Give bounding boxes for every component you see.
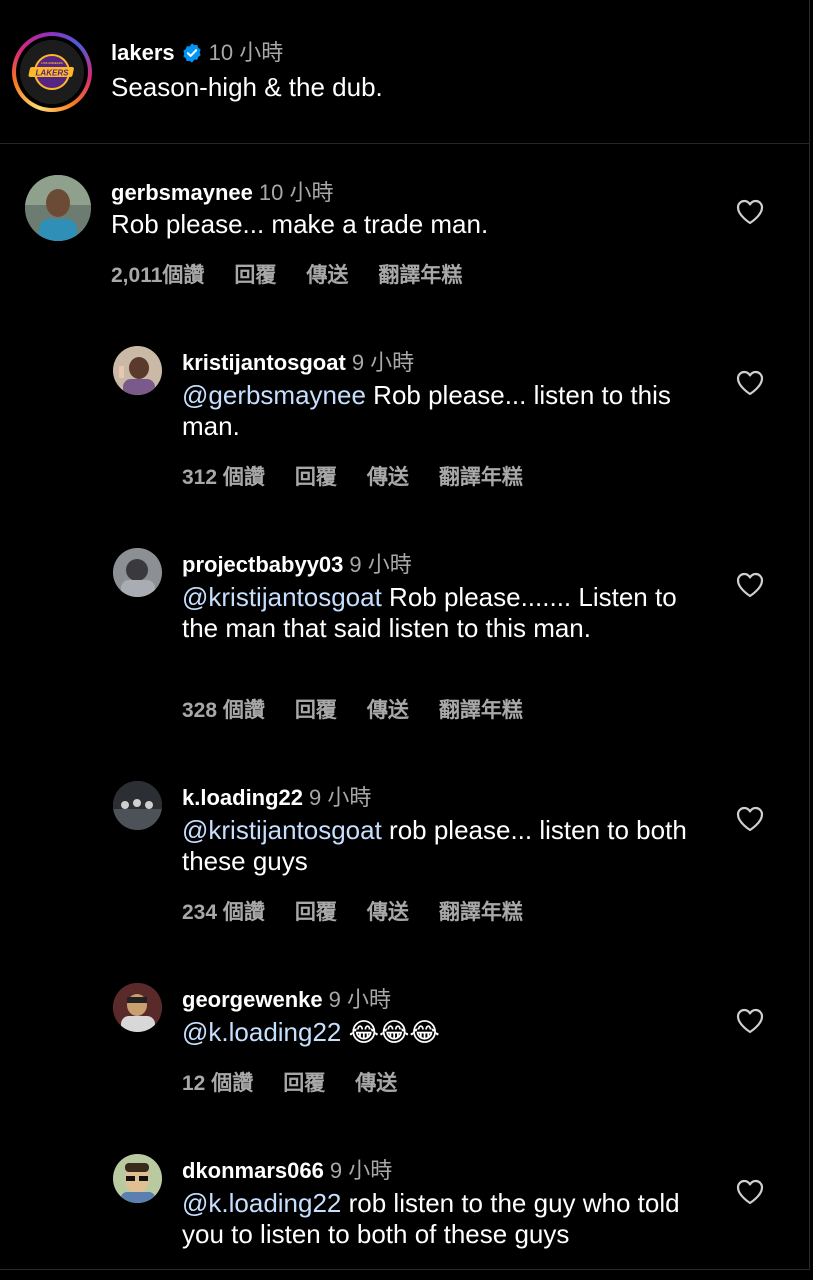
send-button[interactable]: 傳送 — [367, 461, 409, 491]
comment-text: @kristijantosgoat Rob please....... List… — [182, 582, 702, 644]
comment-username[interactable]: kristijantosgoat — [182, 350, 346, 375]
comment-actions: 234 個讚 回覆 傳送 翻譯年糕 — [182, 896, 553, 926]
avatar[interactable] — [113, 1154, 162, 1203]
comment-header: georgewenke 9 小時 — [182, 982, 391, 1014]
heart-outline-icon[interactable] — [736, 1008, 764, 1034]
comment-time: 9 小時 — [329, 1158, 393, 1183]
comment-time: 9 小時 — [351, 350, 415, 375]
avatar[interactable] — [113, 346, 162, 395]
comment-mention[interactable]: @gerbsmaynee — [182, 380, 366, 410]
comment-username[interactable]: georgewenke — [182, 987, 323, 1012]
comment-header: kristijantosgoat 9 小時 — [182, 345, 414, 377]
heart-outline-icon[interactable] — [736, 370, 764, 396]
comment-username[interactable]: gerbsmaynee — [111, 180, 253, 205]
send-button[interactable]: 傳送 — [367, 896, 409, 926]
translate-button[interactable]: 翻譯年糕 — [439, 694, 523, 724]
avatar[interactable] — [113, 983, 162, 1032]
lakers-avatar[interactable]: LAKERS LOS ANGELES — [12, 32, 92, 112]
heart-outline-icon[interactable] — [736, 572, 764, 598]
reply-button[interactable]: 回覆 — [295, 896, 337, 926]
like-count[interactable]: 12 個讚 — [182, 1067, 253, 1097]
translate-button[interactable]: 翻譯年糕 — [439, 896, 523, 926]
reply-button[interactable]: 回覆 — [295, 461, 337, 491]
reply-button[interactable]: 回覆 — [283, 1067, 325, 1097]
post-caption-text: Season-high & the dub. — [111, 72, 383, 102]
like-count[interactable]: 234 個讚 — [182, 896, 265, 926]
translate-button[interactable]: 翻譯年糕 — [378, 259, 462, 289]
translate-button[interactable]: 翻譯年糕 — [439, 461, 523, 491]
verified-badge-icon — [181, 42, 203, 64]
avatar[interactable] — [113, 781, 162, 830]
like-count[interactable]: 328 個讚 — [182, 694, 265, 724]
like-count[interactable]: 312 個讚 — [182, 461, 265, 491]
comment-mention[interactable]: @kristijantosgoat — [182, 582, 382, 612]
like-count[interactable]: 2,011個讚 — [111, 259, 204, 289]
post-username[interactable]: lakers — [111, 40, 175, 65]
avatar[interactable] — [113, 548, 162, 597]
comment-actions: 2,011個讚 回覆 傳送 翻譯年糕 — [111, 259, 492, 289]
send-button[interactable]: 傳送 — [355, 1067, 397, 1097]
reply-button[interactable]: 回覆 — [234, 259, 276, 289]
comment-body: Rob please... make a trade man. — [111, 209, 489, 239]
comment-text: @k.loading22 😂😂😂 — [182, 1017, 702, 1048]
comment-header: projectbabyy03 9 小時 — [182, 547, 412, 579]
comment-header: k.loading22 9 小時 — [182, 780, 371, 812]
comment-mention[interactable]: @k.loading22 — [182, 1188, 341, 1218]
comment-time: 9 小時 — [328, 987, 391, 1012]
comment-time: 9 小時 — [349, 552, 412, 577]
comment-header: dkonmars066 9 小時 — [182, 1153, 392, 1185]
caption-user-line: lakers 10 小時 — [111, 35, 283, 67]
comment-time: 9 小時 — [309, 785, 372, 810]
reply-button[interactable]: 回覆 — [295, 694, 337, 724]
comment-text: Rob please... make a trade man. — [111, 209, 711, 240]
avatar[interactable] — [25, 175, 91, 241]
comment-text: @k.loading22 rob listen to the guy who t… — [182, 1188, 712, 1250]
comment-text: @kristijantosgoat rob please... listen t… — [182, 815, 712, 877]
comment-mention[interactable]: @kristijantosgoat — [182, 815, 382, 845]
comment-actions: 12 個讚 回覆 傳送 — [182, 1067, 427, 1097]
comment-text: @gerbsmaynee Rob please... listen to thi… — [182, 380, 702, 442]
comment-actions: 328 個讚 回覆 傳送 翻譯年糕 — [182, 694, 553, 724]
heart-outline-icon[interactable] — [736, 1179, 764, 1205]
comment-username[interactable]: dkonmars066 — [182, 1158, 324, 1183]
comment-username[interactable]: k.loading22 — [182, 785, 303, 810]
comment-time: 10 小時 — [258, 180, 334, 205]
post-time: 10 小時 — [208, 40, 284, 65]
send-button[interactable]: 傳送 — [306, 259, 348, 289]
comment-body: 😂😂😂 — [341, 1017, 440, 1047]
comment-header: gerbsmaynee 10 小時 — [111, 175, 333, 207]
svg-text:LAKERS: LAKERS — [36, 69, 70, 78]
comment-username[interactable]: projectbabyy03 — [182, 552, 343, 577]
comment-actions: 312 個讚 回覆 傳送 翻譯年糕 — [182, 461, 553, 491]
heart-outline-icon[interactable] — [736, 199, 764, 225]
send-button[interactable]: 傳送 — [367, 694, 409, 724]
svg-text:LOS ANGELES: LOS ANGELES — [41, 61, 62, 65]
post-caption: LAKERS LOS ANGELES lakers 10 小時 Season-hi… — [0, 0, 809, 144]
lakers-logo-icon: LAKERS LOS ANGELES — [20, 40, 84, 104]
comments-screen: LAKERS LOS ANGELES lakers 10 小時 Season-hi… — [0, 0, 810, 1270]
heart-outline-icon[interactable] — [736, 806, 764, 832]
comment-mention[interactable]: @k.loading22 — [182, 1017, 341, 1047]
